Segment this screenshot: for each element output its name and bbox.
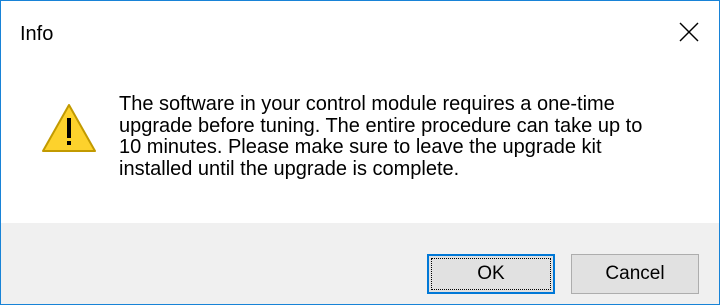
button-bar: OK Cancel <box>1 223 719 304</box>
cancel-button[interactable]: Cancel <box>571 254 699 294</box>
message-text: The software in your control module requ… <box>119 93 699 180</box>
warning-icon <box>42 104 96 152</box>
message-line: 10 minutes. Please make sure to leave th… <box>119 136 602 158</box>
message-line: upgrade before tuning. The entire proced… <box>119 114 643 137</box>
cancel-button-label: Cancel <box>605 263 665 284</box>
ok-button-label: OK <box>477 263 505 284</box>
message-area: The software in your control module requ… <box>1 65 719 223</box>
title-bar[interactable]: Info <box>1 1 719 65</box>
close-icon <box>679 22 699 42</box>
ok-button[interactable]: OK <box>427 254 555 294</box>
message-line: The software in your control module requ… <box>119 93 615 115</box>
window-title: Info <box>20 23 54 45</box>
close-button[interactable] <box>659 1 719 65</box>
info-dialog: Info The software in your control module… <box>0 0 720 305</box>
message-line: installed until the upgrade is complete. <box>119 157 460 180</box>
